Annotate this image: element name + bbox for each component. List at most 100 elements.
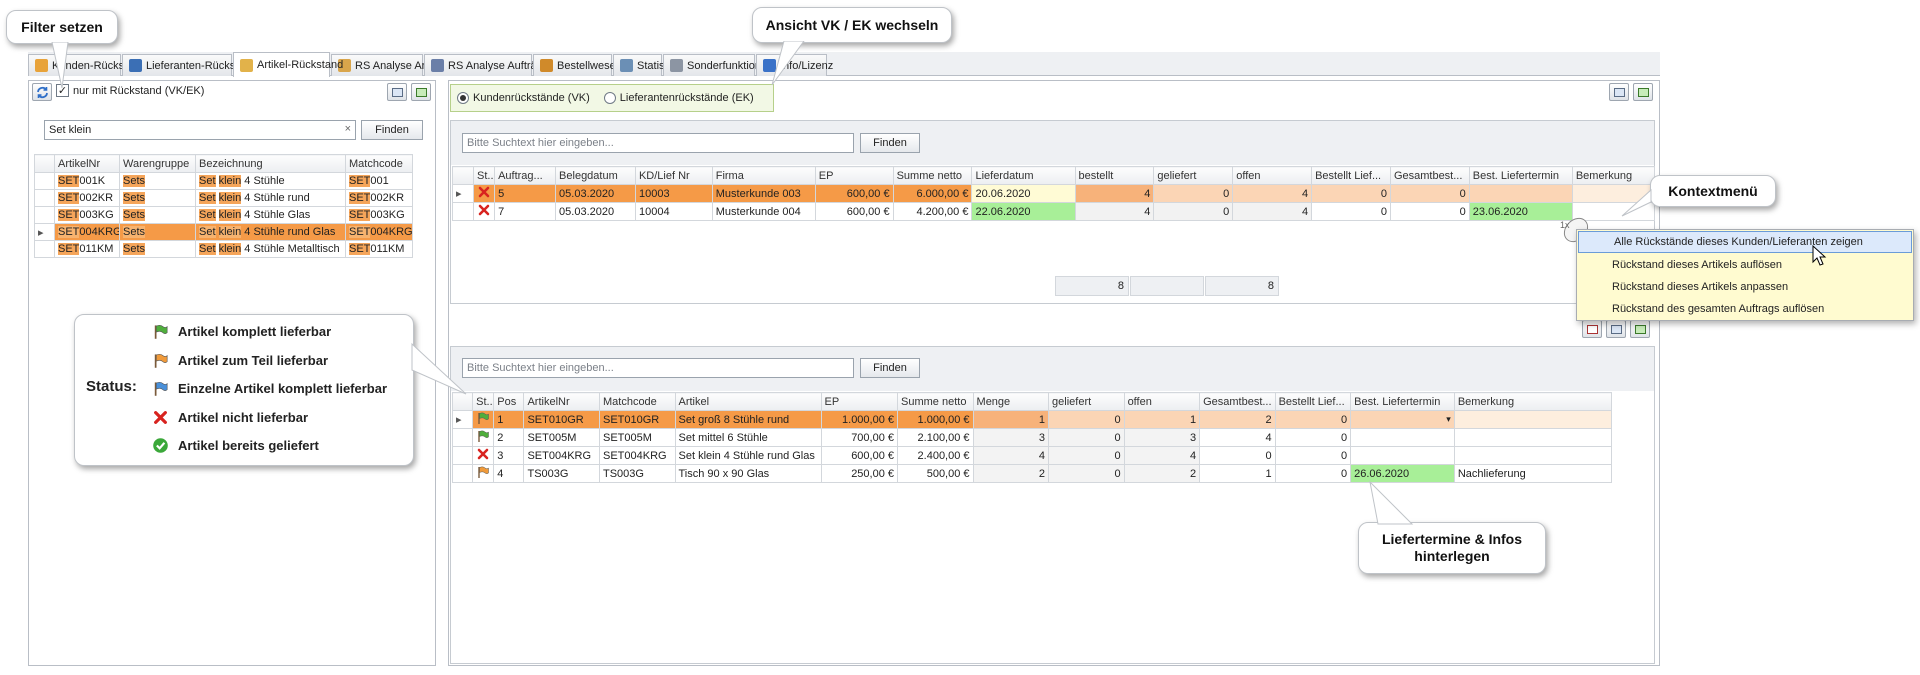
context-menu-item[interactable]: Rückstand des gesamten Auftrags auflösen — [1577, 298, 1913, 320]
upper-column-header[interactable]: KD/Lief Nr — [634, 166, 713, 185]
upper-column-header[interactable]: bestellt — [1074, 166, 1155, 185]
pdf-button[interactable] — [1582, 320, 1602, 338]
upper-search-input[interactable]: Bitte Suchtext hier eingeben... — [462, 133, 854, 153]
article-column-header[interactable]: Warengruppe — [119, 154, 196, 173]
article-find-button[interactable]: Finden — [361, 120, 423, 140]
tab-artikel-r-ckstand[interactable]: Artikel-Rückstand — [233, 52, 343, 77]
upper-column-header[interactable]: offen — [1232, 166, 1313, 185]
article-cell: SET002KR — [345, 189, 413, 207]
export-button[interactable] — [387, 83, 407, 101]
table-row[interactable]: ▸ SET004KRG Sets Set klein 4 Stühle rund Gl… — [34, 223, 413, 241]
upper-find-button[interactable]: Finden — [860, 133, 920, 153]
lower-cell-artikel: Set klein 4 Stühle rund Glas — [674, 446, 822, 465]
table-row[interactable]: ▸ 5 05.03.2020 10003 Musterkunde 003 600,00 €… — [451, 184, 1656, 203]
excel-icon — [1634, 324, 1646, 334]
tab-kunden-r-ckstand[interactable]: Kunden-Rückstand — [28, 54, 146, 76]
tab-statistik[interactable]: Statistik — [613, 54, 676, 76]
upper-column-header[interactable]: Bestellt Lief... — [1311, 166, 1391, 185]
upper-column-header[interactable]: Best. Liefertermin — [1468, 166, 1573, 185]
article-column-header[interactable]: Matchcode — [345, 154, 413, 173]
context-menu-item[interactable]: Rückstand dieses Artikels auflösen — [1577, 254, 1913, 276]
lower-cell-ep: 1.000,00 € — [820, 410, 899, 429]
upper-column-header[interactable]: Bemerkung — [1571, 166, 1656, 185]
tab-lieferanten-r-ckstand[interactable]: Lieferanten-Rückstand — [122, 54, 257, 76]
refresh-button[interactable] — [32, 83, 52, 101]
upper-excel-button[interactable] — [1633, 83, 1653, 101]
lower-find-button[interactable]: Finden — [860, 358, 920, 378]
clear-icon[interactable]: × — [345, 123, 351, 135]
lower-column-header[interactable]: Matchcode — [598, 392, 676, 411]
article-search-input[interactable]: Set klein × — [44, 120, 356, 140]
dropdown-arrow-icon[interactable]: ▾ — [1446, 414, 1451, 425]
context-menu-item[interactable]: Rückstand dieses Artikels anpassen — [1577, 276, 1913, 298]
lower-column-header[interactable]: offen — [1123, 392, 1201, 411]
lower-column-header[interactable]: Pos — [493, 392, 525, 411]
lower-export-button[interactable] — [1606, 320, 1626, 338]
lower-search-input[interactable]: Bitte Suchtext hier eingeben... — [462, 358, 854, 378]
article-cell-text: klein — [218, 192, 242, 204]
table-row[interactable]: SET002KR Sets Set klein 4 Stühle rund SET00… — [34, 189, 413, 207]
tab-sonderfunktionen[interactable]: Sonderfunktionen — [663, 54, 773, 76]
lower-column-header[interactable]: ArtikelNr — [523, 392, 600, 411]
context-menu-item[interactable]: Alle Rückstände dieses Kunden/Lieferante… — [1578, 231, 1912, 253]
table-row[interactable]: SET011KM Sets Set klein 4 Stühle Metalltis… — [34, 240, 413, 258]
callout-filter-pointer — [51, 42, 69, 89]
upper-cell-firma: Musterkunde 003 — [711, 184, 816, 203]
upper-column-header[interactable]: Auftrag... — [494, 166, 557, 185]
upper-column-header[interactable]: Gesamtbest... — [1389, 166, 1470, 185]
table-row[interactable]: SET003KG Sets Set klein 4 Stühle Glas SET00… — [34, 206, 413, 224]
lower-column-header[interactable]: Best. Liefertermin — [1350, 392, 1455, 411]
backlog-filter[interactable]: ✓ nur mit Rückstand (VK/EK) — [56, 84, 204, 97]
article-cell: SET004KRG — [54, 223, 120, 241]
lower-column-header[interactable]: Bemerkung — [1453, 392, 1613, 411]
tab-rs-analyse-auftr-ge[interactable]: RS Analyse Aufträge — [424, 54, 549, 76]
ek-radio[interactable]: Lieferantenrückstände (EK) — [603, 92, 754, 104]
vk-radio-label: Kundenrückstände (VK) — [473, 92, 590, 104]
upper-column-header[interactable]: Belegdatum — [555, 166, 636, 185]
ek-radio-label: Lieferantenrückstände (EK) — [619, 92, 754, 104]
lower-cell-pos: 1 — [493, 410, 525, 429]
upper-column-header[interactable]: geliefert — [1153, 166, 1234, 185]
article-cell-text: 011KM — [370, 243, 405, 255]
upper-export-button[interactable] — [1609, 83, 1629, 101]
row-indicator — [451, 446, 474, 465]
row-indicator — [451, 428, 474, 447]
lower-column-header[interactable]: Artikel — [674, 392, 822, 411]
article-cell-text: 001 — [370, 175, 389, 187]
lower-column-header[interactable]: St... — [472, 392, 495, 411]
row-indicator — [34, 172, 55, 190]
lower-cell-bestlief: 0 — [1274, 464, 1352, 483]
article-cell-text: Set — [199, 243, 216, 255]
article-column-header[interactable]: Bezeichnung — [195, 154, 346, 173]
lower-column-header[interactable]: geliefert — [1048, 392, 1125, 411]
excel-button[interactable] — [411, 83, 431, 101]
lower-column-header[interactable]: Menge — [972, 392, 1050, 411]
upper-column-header[interactable]: St... — [473, 166, 496, 185]
vk-radio[interactable]: Kundenrückstände (VK) — [457, 92, 590, 104]
article-cell-text: SET — [58, 226, 80, 238]
table-row[interactable]: ▸ 1 SET010GR SET010GR Set groß 8 Stühle rund… — [451, 410, 1613, 429]
table-row[interactable]: 2 SET005M SET005M Set mittel 6 Stühle 700,00… — [451, 428, 1613, 447]
callout-liefer-text: Liefertermine & Infos hinterlegen — [1381, 531, 1523, 564]
table-row[interactable]: 7 05.03.2020 10004 Musterkunde 004 600,00 €4… — [451, 202, 1656, 221]
tab-rs-analyse-artikel[interactable]: RS Analyse Artikel — [331, 54, 445, 76]
upper-column-header[interactable]: EP — [814, 166, 894, 185]
lower-column-header[interactable]: Gesamtbest... — [1199, 392, 1276, 411]
upper-column-header[interactable]: Lieferdatum — [971, 166, 1076, 185]
lower-cell-bemerkung — [1453, 428, 1613, 447]
lower-column-header[interactable]: EP — [820, 392, 899, 411]
upper-column-header[interactable]: Firma — [711, 166, 816, 185]
radio-selected-icon — [457, 92, 469, 104]
tab-bestellwesen[interactable]: Bestellwesen — [533, 54, 622, 76]
legend-pointer — [411, 342, 467, 395]
lower-excel-button[interactable] — [1630, 320, 1650, 338]
table-row[interactable]: 3 SET004KRG SET004KRG Set klein 4 Stühle ru… — [451, 446, 1613, 465]
callout-ansicht-pointer — [771, 41, 805, 86]
upper-cell-geliefert: 0 — [1153, 202, 1234, 221]
upper-column-header[interactable]: Summe netto — [892, 166, 973, 185]
article-cell-text: 001K — [79, 175, 106, 187]
article-column-header[interactable]: ArtikelNr — [54, 154, 120, 173]
lower-column-header[interactable]: Summe netto — [897, 392, 974, 411]
lower-column-header[interactable]: Bestellt Lief... — [1274, 392, 1352, 411]
table-row[interactable]: SET001K Sets Set klein 4 Stühle SET001 — [34, 172, 413, 190]
